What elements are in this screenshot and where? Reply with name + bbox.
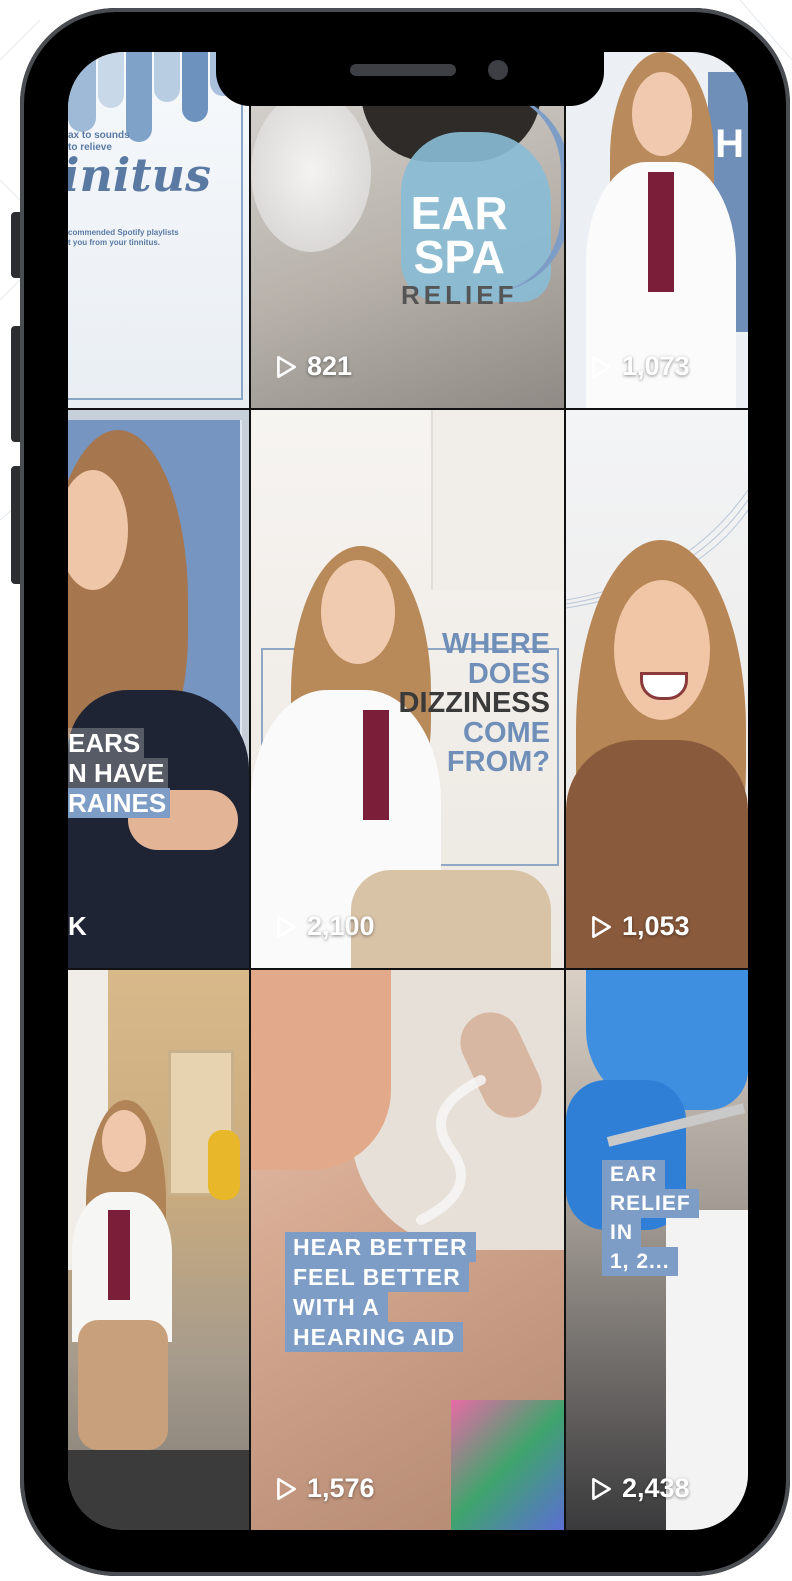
ear-spa-headline: EAR SPA RELIEF	[401, 187, 518, 311]
dizziness-tile[interactable]: WHERE DOES DIZZINESS COME FROM? 2,100	[251, 410, 564, 968]
migraines-line-3: RAINES	[68, 788, 171, 818]
wave-bar	[126, 52, 152, 142]
play-outline-icon	[592, 915, 611, 938]
wave-bar	[68, 52, 96, 132]
view-count-value: 1,073	[622, 351, 690, 381]
light-glow	[251, 92, 371, 252]
tinnitus-footnote-1: commended Spotify playlists	[68, 228, 179, 237]
trousers-shape	[351, 870, 551, 968]
ear-relief-tile[interactable]: EAR RELIEF IN 1, 2... 2,438	[566, 970, 748, 1530]
dizziness-line-1: WHERE	[442, 628, 550, 660]
tinnitus-footnote-2: t you from your tinnitus.	[68, 238, 160, 247]
view-count-value: 1,053	[622, 911, 690, 941]
view-count: 1,053	[588, 911, 690, 942]
front-camera	[488, 60, 508, 80]
living-room-tile[interactable]	[68, 970, 249, 1530]
migraines-line-1: EARS	[68, 728, 145, 758]
corner-letter: H	[715, 122, 744, 166]
view-count: 2,100	[273, 911, 375, 942]
blouse-shape	[648, 172, 674, 292]
dizziness-line-3: DIZZINESS	[398, 687, 550, 720]
view-count-value: 1,576	[307, 1473, 375, 1503]
ear-relief-line-4: 1, 2...	[602, 1247, 678, 1276]
ear-spa-subline: RELIEF	[401, 280, 518, 311]
play-outline-icon	[592, 1477, 611, 1500]
dizziness-line-4: COME	[463, 716, 550, 749]
wave-bar	[98, 52, 124, 108]
window-background	[431, 410, 564, 590]
ear-spa-line-1: EAR	[410, 187, 508, 239]
excited-woman-tile[interactable]: 1,053	[566, 410, 748, 968]
dizziness-line-2: DOES	[467, 657, 550, 690]
dizziness-headline: WHERE DOES DIZZINESS COME FROM?	[398, 628, 550, 779]
play-outline-icon	[277, 355, 296, 378]
blouse-shape	[108, 1210, 130, 1300]
ear-relief-line-2: RELIEF	[602, 1189, 699, 1218]
view-count: 1,073	[588, 351, 690, 382]
hearing-aid-line-3: WITH A	[285, 1292, 388, 1322]
view-count-value: 2,438	[622, 1473, 690, 1503]
view-count-value: 2,100	[307, 911, 375, 941]
partial-caption-char: K	[68, 911, 87, 941]
ear-relief-line-3: IN	[602, 1218, 641, 1247]
reels-grid: ax to sounds to relieve initus commended…	[68, 52, 748, 1530]
hearing-aid-line-4: HEARING AID	[285, 1322, 464, 1352]
face-shape	[321, 560, 395, 664]
hearing-aid-tube	[416, 1075, 486, 1225]
view-count: 2,438	[588, 1473, 690, 1504]
view-count-value: 821	[307, 351, 353, 381]
phone-screen: ax to sounds to relieve initus commended…	[68, 52, 748, 1530]
tinnitus-tile[interactable]: ax to sounds to relieve initus commended…	[68, 52, 249, 408]
blouse-shape	[363, 710, 389, 820]
play-outline-icon	[592, 355, 611, 378]
ear-relief-line-1: EAR	[602, 1160, 666, 1189]
tinnitus-title: initus	[68, 148, 211, 202]
hearing-aid-line-1: HEAR BETTER	[285, 1232, 476, 1262]
tinnitus-intro-line-1: ax to sounds	[68, 130, 130, 141]
fingers-shape	[251, 970, 391, 1170]
wave-bar	[154, 52, 180, 102]
phone-notch	[216, 38, 604, 106]
migraines-line-2: N HAVE	[68, 758, 169, 788]
view-count: 821	[273, 351, 352, 382]
doctor-white-coat-tile[interactable]: H 1,073	[566, 52, 748, 408]
play-outline-icon	[277, 1477, 296, 1500]
wave-bar	[182, 52, 208, 122]
face-shape	[102, 1110, 146, 1172]
patterned-shirt-shape	[451, 1400, 564, 1530]
dizziness-line-5: FROM?	[446, 746, 550, 779]
table-shape	[68, 1450, 249, 1530]
hearing-aid-tile[interactable]: HEAR BETTER FEEL BETTER WITH A HEARING A…	[251, 970, 564, 1530]
trousers-shape	[78, 1320, 168, 1450]
yellow-vase-shape	[208, 1130, 240, 1200]
migraines-tile[interactable]: EARS N HAVE RAINES K	[68, 410, 249, 968]
ear-spa-line-2: SPA	[413, 230, 505, 283]
face-shape	[632, 72, 692, 156]
view-count: 1,576	[273, 1473, 375, 1504]
hearing-aid-line-2: FEEL BETTER	[285, 1262, 469, 1292]
speaker-grille	[350, 64, 456, 76]
play-outline-icon	[277, 915, 296, 938]
